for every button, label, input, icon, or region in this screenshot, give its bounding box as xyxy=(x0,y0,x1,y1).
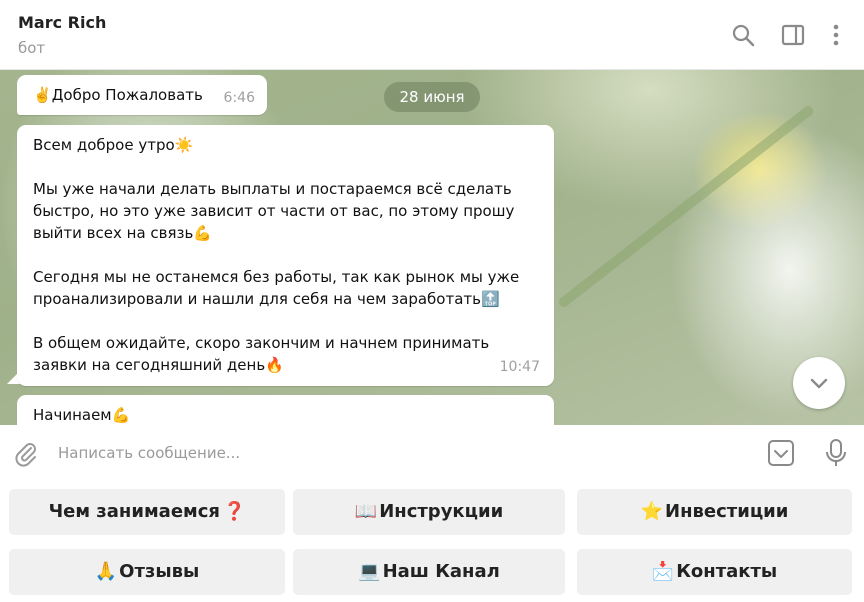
pray-icon: 🙏 xyxy=(94,561,118,582)
microphone-icon[interactable] xyxy=(822,438,850,468)
message-paragraph: Всем доброе утро☀️ xyxy=(33,136,194,154)
book-icon: 📖 xyxy=(354,501,378,522)
laptop-icon: 💻 xyxy=(358,561,381,582)
button-label: Инвестиции xyxy=(665,501,789,522)
message-text: Начинаем💪 xyxy=(33,406,131,424)
button-label: Инструкции xyxy=(379,501,504,522)
scroll-down-button[interactable] xyxy=(793,357,845,409)
button-label: Контакты xyxy=(676,561,778,582)
message-paragraph: Мы уже начали делать выплаты и постараем… xyxy=(33,180,515,242)
chat-history[interactable]: ✌️Добро Пожаловать 6:46 28 июня Всем доб… xyxy=(0,70,864,425)
message-composer xyxy=(0,425,864,481)
paperclip-icon[interactable] xyxy=(12,439,40,467)
question-icon: ❓ xyxy=(222,501,246,522)
keyboard-button-instructions[interactable]: 📖 Инструкции xyxy=(293,489,565,535)
bot-keyboard-icon[interactable] xyxy=(766,438,796,468)
keyboard-button-reviews[interactable]: 🙏 Отзывы xyxy=(9,549,285,595)
button-label: Отзывы xyxy=(119,561,200,582)
date-separator: 28 июня xyxy=(384,82,480,112)
bot-reply-keyboard: Чем занимаемся ❓ 📖 Инструкции ⭐ Инвестиции … xyxy=(0,481,864,602)
more-vertical-icon[interactable] xyxy=(823,22,849,48)
chevron-down-icon xyxy=(810,378,828,389)
message-paragraph: Сегодня мы не останемся без работы, так … xyxy=(33,268,520,308)
keyboard-button-contacts[interactable]: 📩 Контакты xyxy=(577,549,852,595)
wallpaper-decoration xyxy=(556,104,816,309)
message-paragraph: В общем ожидайте, скоро закончим и начне… xyxy=(33,334,490,374)
message-time: 10:47 xyxy=(499,359,540,375)
keyboard-button-channel[interactable]: 💻 Наш Канал xyxy=(293,549,565,595)
search-icon[interactable] xyxy=(730,22,756,48)
star-icon: ⭐ xyxy=(640,501,664,522)
message-text: Добро Пожаловать xyxy=(51,86,203,104)
message-bubble[interactable]: ✌️Добро Пожаловать 6:46 xyxy=(17,75,267,115)
message-input[interactable] xyxy=(58,437,738,469)
envelope-icon: 📩 xyxy=(651,561,675,582)
keyboard-button-investments[interactable]: ⭐ Инвестиции xyxy=(577,489,852,535)
chat-subtitle: бот xyxy=(18,39,46,57)
button-label: Наш Канал xyxy=(382,561,500,582)
button-label: Чем занимаемся xyxy=(48,501,220,522)
sidebar-toggle-icon[interactable] xyxy=(780,22,806,48)
message-emoji: ✌️ xyxy=(33,86,52,104)
message-time: 6:46 xyxy=(223,90,255,106)
chat-header: Marc Rich бот xyxy=(0,0,864,70)
chat-title[interactable]: Marc Rich xyxy=(18,13,106,32)
message-bubble[interactable]: Начинаем💪 xyxy=(17,395,554,425)
message-bubble[interactable]: Всем доброе утро☀️ Мы уже начали делать … xyxy=(17,125,554,386)
keyboard-button-what-we-do[interactable]: Чем занимаемся ❓ xyxy=(9,489,285,535)
